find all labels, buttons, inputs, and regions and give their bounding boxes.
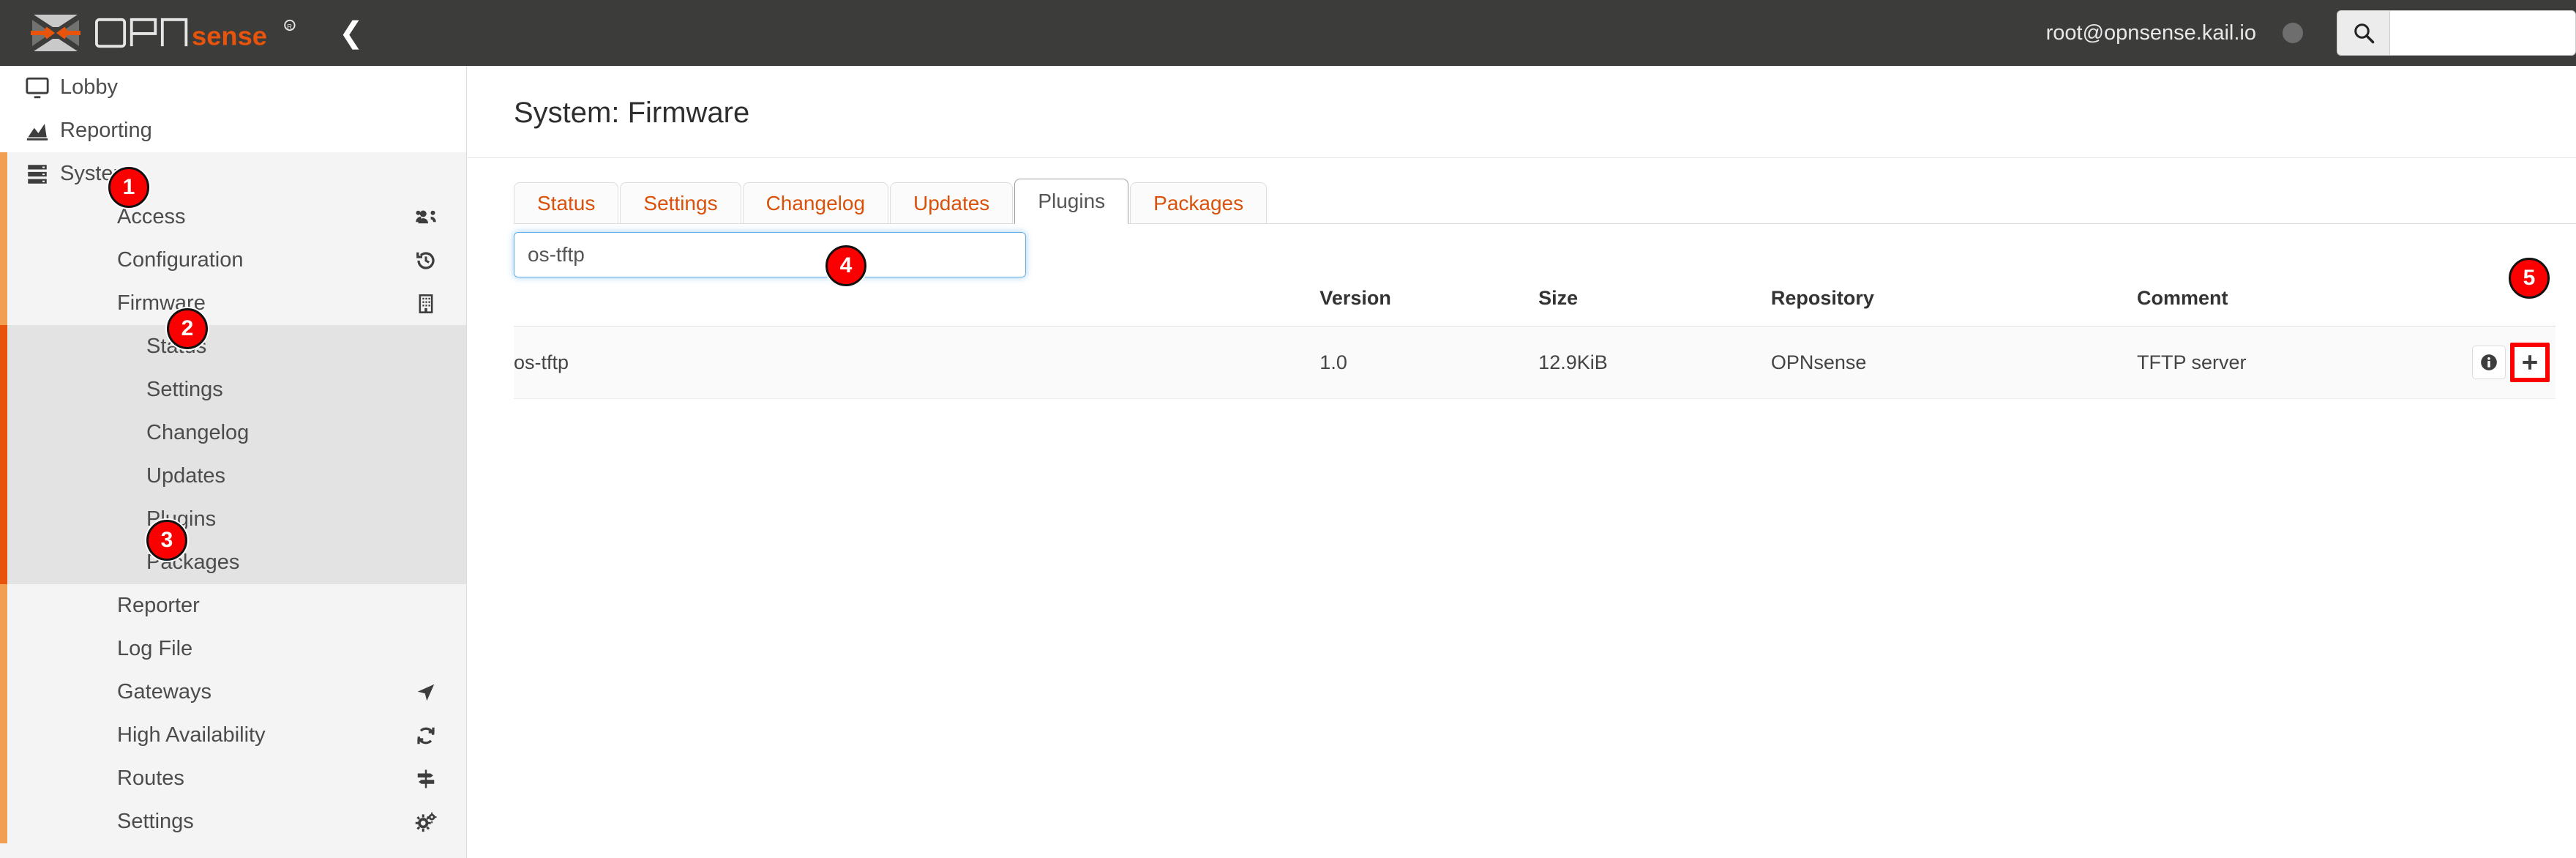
annotation-badge-5: 5: [2509, 258, 2550, 299]
col-header-size[interactable]: Size: [1538, 287, 1771, 327]
current-user-label: root@opnsense.kail.io: [2045, 20, 2256, 45]
sidebar-item-settings[interactable]: Settings: [0, 800, 466, 843]
sidebar-item-configuration[interactable]: Configuration: [0, 239, 466, 282]
sidebar-item-label: Reporting: [60, 119, 152, 142]
users-icon[interactable]: [413, 206, 438, 228]
sidebar-item-firmware[interactable]: Firmware: [0, 282, 466, 325]
top-header: sense R ❮ root@opnsense.kail.io: [0, 0, 2576, 66]
brand-logo[interactable]: sense R: [29, 12, 305, 53]
tab-updates[interactable]: Updates: [890, 182, 1014, 224]
sidebar-item-label: Configuration: [117, 248, 244, 272]
sidebar-item-label: Gateways: [117, 680, 211, 704]
col-header-version[interactable]: Version: [1319, 287, 1539, 327]
sidebar-navigation: Lobby Reporting System Access Configuration F…: [0, 66, 467, 858]
search-glyph: [2354, 23, 2374, 44]
chart-area-icon: [23, 119, 51, 143]
table-row[interactable]: os-tftp 1.0 12.9KiB OPNsense TFTP server: [514, 326, 2556, 399]
firmware-tabs: Status Settings Changelog Updates Plugins Pac…: [514, 179, 2576, 224]
sidebar-item-label: Settings: [146, 378, 223, 401]
cell-plugin-name: os-tftp: [514, 326, 1320, 399]
row-action-group: [2468, 343, 2556, 382]
history-icon[interactable]: [413, 250, 438, 272]
annotation-badge-2: 2: [167, 308, 208, 349]
cell-size: 12.9KiB: [1538, 326, 1771, 399]
sidebar-item-label: Access: [117, 205, 186, 228]
desktop-icon: [23, 75, 51, 100]
header-right-group: root@opnsense.kail.io: [2046, 0, 2576, 66]
annotation-badge-1: 1: [108, 167, 149, 208]
col-header-comment[interactable]: Comment: [2137, 287, 2468, 327]
sidebar-item-label: Log File: [117, 637, 193, 660]
sidebar-item-label: Reporter: [117, 594, 200, 617]
sidebar-item-gateways[interactable]: Gateways: [0, 671, 466, 714]
plugins-table-head: Version Size Repository Comment: [514, 287, 2556, 327]
plugin-info-button[interactable]: [2472, 346, 2506, 379]
plugin-search-row: [514, 224, 2576, 277]
sidebar-item-settings[interactable]: Settings: [0, 368, 466, 411]
sidebar-item-updates[interactable]: Updates: [0, 455, 466, 498]
col-header-repository[interactable]: Repository: [1770, 287, 2138, 327]
sidebar-item-label: Changelog: [146, 421, 250, 444]
cell-version: 1.0: [1319, 326, 1539, 399]
plugins-table: Version Size Repository Comment os-tftp 1…: [514, 287, 2556, 399]
sidebar-item-reporting[interactable]: Reporting: [0, 109, 466, 152]
sidebar-item-plugins[interactable]: Plugins: [0, 498, 466, 541]
main-content: System: Firmware Status Settings Changelog…: [468, 66, 2576, 858]
header-search[interactable]: [2337, 10, 2576, 56]
sidebar-item-routes[interactable]: Routes: [0, 757, 466, 800]
status-dot: [2283, 23, 2303, 43]
sidebar-item-label: Lobby: [60, 75, 119, 99]
cell-comment: TFTP server: [2137, 326, 2468, 399]
opnsense-wordmark: sense R: [95, 18, 296, 49]
annotation-badge-4: 4: [825, 245, 866, 286]
location-arrow-icon[interactable]: [413, 682, 438, 704]
col-header-name[interactable]: [514, 287, 1320, 327]
chevron-left-icon[interactable]: ❮: [339, 18, 364, 48]
svg-text:R: R: [287, 23, 292, 31]
cell-repository: OPNsense: [1770, 326, 2138, 399]
sidebar-item-packages[interactable]: Packages: [0, 541, 466, 584]
tab-plugins[interactable]: Plugins: [1014, 179, 1129, 224]
signpost-icon[interactable]: [413, 768, 438, 790]
cogs-icon[interactable]: [413, 811, 438, 833]
title-divider: [468, 157, 2576, 158]
plugins-panel: Version Size Repository Comment os-tftp1…: [514, 224, 2576, 399]
sidebar-item-status[interactable]: Status: [0, 325, 466, 368]
tab-packages[interactable]: Packages: [1130, 182, 1268, 224]
sidebar-item-lobby[interactable]: Lobby: [0, 66, 466, 109]
plugin-install-button[interactable]: [2510, 343, 2550, 382]
header-search-input[interactable]: [2389, 10, 2576, 56]
sync-icon[interactable]: [413, 725, 438, 747]
server-icon: [23, 162, 51, 187]
opnsense-logo-icon: [31, 15, 80, 51]
svg-text:sense: sense: [192, 20, 267, 49]
tab-settings[interactable]: Settings: [620, 182, 741, 224]
table-header-row: Version Size Repository Comment: [514, 287, 2556, 327]
cell-actions: [2467, 326, 2556, 399]
building-icon[interactable]: [413, 293, 438, 315]
sidebar-item-label: Settings: [117, 810, 194, 833]
plugin-search-input[interactable]: [514, 232, 1026, 277]
sidebar-item-high-availability[interactable]: High Availability: [0, 714, 466, 757]
plugins-table-body: os-tftp 1.0 12.9KiB OPNsense TFTP server: [514, 326, 2556, 399]
sidebar-item-label: Routes: [117, 766, 184, 790]
sidebar-item-access[interactable]: Access: [0, 195, 466, 239]
tab-changelog[interactable]: Changelog: [742, 182, 889, 224]
annotation-badge-3: 3: [146, 520, 187, 561]
sidebar-item-reporter[interactable]: Reporter: [0, 584, 466, 627]
sidebar-item-label: Updates: [146, 464, 226, 488]
sidebar-item-log-file[interactable]: Log File: [0, 627, 466, 671]
sidebar-item-changelog[interactable]: Changelog: [0, 411, 466, 455]
sidebar-item-label: High Availability: [117, 723, 266, 747]
tab-status[interactable]: Status: [514, 182, 619, 224]
search-icon[interactable]: [2337, 10, 2389, 56]
sidebar-item-system[interactable]: System: [0, 152, 466, 195]
page-title: System: Firmware: [514, 97, 750, 129]
